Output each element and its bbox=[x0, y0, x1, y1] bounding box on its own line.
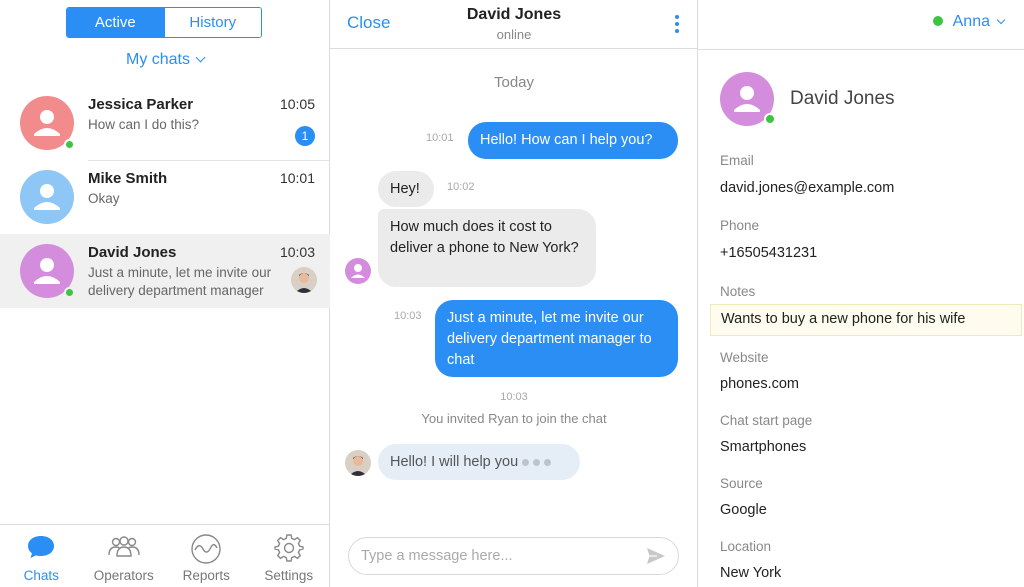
typing-message: Hello! I will help you bbox=[378, 444, 580, 480]
website-value: phones.com bbox=[720, 376, 799, 392]
agent-status-dropdown[interactable]: Anna bbox=[932, 13, 1006, 31]
nav-operators[interactable]: Operators bbox=[83, 525, 166, 587]
my-chats-dropdown[interactable]: My chats bbox=[0, 51, 330, 69]
conversation-status: online bbox=[496, 27, 532, 42]
tab-active[interactable]: Active bbox=[67, 8, 164, 37]
typing-indicator bbox=[518, 454, 552, 470]
nav-label: Chats bbox=[23, 568, 59, 583]
day-divider: Today bbox=[493, 74, 535, 91]
chat-item-mike-smith[interactable]: Mike Smith 10:01 Okay bbox=[0, 160, 330, 234]
nav-reports[interactable]: Reports bbox=[165, 525, 248, 587]
online-status-dot bbox=[764, 113, 776, 125]
start-page-value: Smartphones bbox=[720, 439, 807, 455]
nav-label: Reports bbox=[182, 568, 230, 583]
operator-avatar bbox=[291, 267, 317, 293]
email-label: Email bbox=[720, 153, 754, 168]
chat-bubble-icon bbox=[28, 536, 55, 558]
gear-icon bbox=[274, 534, 304, 562]
visitor-name: David Jones bbox=[790, 88, 895, 109]
chat-scope-toggle: Active History bbox=[66, 7, 262, 38]
avatar bbox=[20, 170, 74, 224]
message-input[interactable] bbox=[361, 546, 631, 566]
unread-badge: 1 bbox=[295, 126, 315, 146]
nav-label: Settings bbox=[264, 568, 314, 583]
agent-name: Anna bbox=[952, 13, 990, 30]
online-status-dot bbox=[64, 287, 75, 298]
more-options-icon[interactable] bbox=[672, 15, 682, 35]
chat-item-david-jones[interactable]: David Jones 10:03 Just a minute, let me … bbox=[0, 234, 330, 308]
start-page-label: Chat start page bbox=[720, 413, 813, 428]
nav-settings[interactable]: Settings bbox=[248, 525, 331, 587]
phone-label: Phone bbox=[720, 218, 760, 233]
chevron-down-icon bbox=[996, 15, 1006, 25]
chat-preview: How can I do this? bbox=[88, 117, 200, 132]
notes-label: Notes bbox=[720, 284, 756, 299]
divider bbox=[698, 49, 1024, 50]
outgoing-message: Hello! How can I help you? bbox=[468, 122, 678, 159]
nav-chats[interactable]: Chats bbox=[0, 525, 83, 587]
source-value: Google bbox=[720, 502, 767, 518]
system-message: You invited Ryan to join the chat bbox=[421, 411, 607, 426]
conversation-contact-name: David Jones bbox=[466, 6, 562, 23]
incoming-message: Hey! bbox=[378, 171, 434, 207]
chat-time: 10:05 bbox=[279, 96, 315, 112]
conversation-panel: Close David Jones online Today 10:01 Hel… bbox=[330, 0, 698, 587]
visitor-details-panel: Anna David Jones Email david.jones@examp… bbox=[698, 0, 1024, 587]
avatar bbox=[345, 258, 371, 284]
chat-time: 10:01 bbox=[279, 170, 315, 186]
conversation-header: Close David Jones online bbox=[330, 0, 698, 49]
online-status-dot bbox=[932, 16, 943, 26]
source-label: Source bbox=[720, 476, 763, 491]
online-status-dot bbox=[64, 139, 75, 150]
tab-history[interactable]: History bbox=[163, 8, 261, 37]
chat-preview: Just a minute, let me invite our deliver… bbox=[88, 265, 272, 298]
website-label: Website bbox=[720, 350, 769, 365]
chevron-down-icon bbox=[195, 52, 206, 63]
chat-item-jessica-parker[interactable]: Jessica Parker 10:05 How can I do this? … bbox=[0, 86, 330, 160]
chat-contact-name: David Jones bbox=[88, 244, 177, 261]
chat-contact-name: Mike Smith bbox=[88, 170, 168, 187]
nav-label: Operators bbox=[93, 568, 154, 583]
chat-list-panel: Active History My chats Jessica Parker 1… bbox=[0, 0, 330, 587]
operators-icon bbox=[108, 536, 140, 557]
typing-text: Hello! I will help you bbox=[390, 454, 519, 470]
location-value: New York bbox=[720, 565, 782, 581]
my-chats-label: My chats bbox=[125, 51, 190, 68]
reports-icon bbox=[191, 534, 221, 564]
bottom-nav: Chats Operators Reports Settings bbox=[0, 524, 330, 587]
send-icon[interactable] bbox=[646, 547, 666, 565]
message-time: 10:03 bbox=[394, 310, 422, 322]
message-time: 10:01 bbox=[426, 132, 454, 144]
chat-time: 10:03 bbox=[279, 244, 315, 260]
email-value: david.jones@example.com bbox=[720, 180, 895, 196]
outgoing-message: Just a minute, let me invite our deliver… bbox=[435, 300, 678, 377]
phone-value: +16505431231 bbox=[720, 245, 818, 261]
location-label: Location bbox=[720, 539, 772, 554]
notes-field[interactable]: Wants to buy a new phone for his wife bbox=[710, 304, 1022, 336]
operator-avatar bbox=[345, 450, 371, 476]
chat-contact-name: Jessica Parker bbox=[88, 96, 194, 113]
incoming-message: How much does it cost to deliver a phone… bbox=[378, 209, 596, 287]
chat-preview: Okay bbox=[88, 191, 120, 206]
message-composer bbox=[348, 537, 679, 575]
system-message-time: 10:03 bbox=[500, 391, 528, 403]
message-time: 10:02 bbox=[447, 181, 475, 193]
